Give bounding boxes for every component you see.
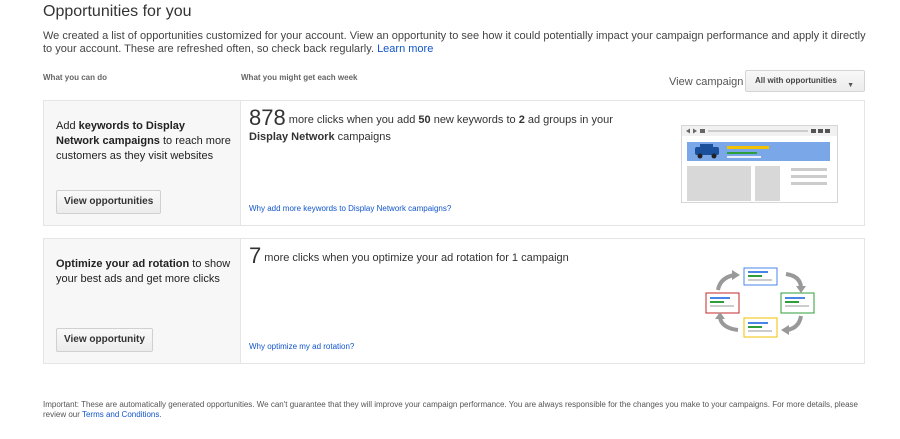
column-header-weekly-gain: What you might get each week bbox=[241, 73, 358, 82]
card-description: Optimize your ad rotation to show your b… bbox=[56, 257, 231, 287]
estimate-text: more clicks when you add bbox=[285, 114, 419, 126]
opportunity-card-ad-rotation: Optimize your ad rotation to show your b… bbox=[43, 238, 865, 364]
learn-more-link[interactable]: Learn more bbox=[377, 43, 433, 55]
estimate-text: campaigns bbox=[334, 131, 391, 143]
intro-body: We created a list of opportunities custo… bbox=[43, 30, 866, 55]
terms-link[interactable]: Terms and Conditions bbox=[82, 410, 159, 419]
card-action-panel: Add keywords to Display Network campaign… bbox=[44, 101, 241, 225]
footer-end: . bbox=[159, 410, 162, 419]
footer-text: Important: These are automatically gener… bbox=[43, 400, 859, 419]
card-estimate: 878 more clicks when you add 50 new keyw… bbox=[249, 107, 649, 146]
card-description: Add keywords to Display Network campaign… bbox=[56, 119, 231, 164]
column-header-what-you-can-do: What you can do bbox=[43, 73, 107, 82]
ad-rotation-illustration-icon bbox=[705, 267, 815, 338]
view-opportunity-button[interactable]: View opportunity bbox=[56, 328, 153, 352]
estimate-bold: 50 bbox=[418, 114, 431, 126]
estimate-text: ad groups in your bbox=[524, 114, 613, 126]
why-link[interactable]: Why optimize my ad rotation? bbox=[249, 342, 354, 351]
estimate-number: 7 bbox=[249, 243, 262, 268]
opportunity-card-display-keywords: Add keywords to Display Network campaign… bbox=[43, 100, 865, 226]
footer-disclaimer: Important: These are automatically gener… bbox=[43, 400, 873, 420]
page-title: Opportunities for you bbox=[43, 3, 192, 20]
campaign-filter-value: All with opportunities bbox=[755, 76, 837, 85]
estimate-text: more clicks when you optimize your ad ro… bbox=[261, 252, 569, 264]
estimate-bold: Display Network bbox=[249, 131, 335, 143]
view-opportunities-button[interactable]: View opportunities bbox=[56, 190, 162, 214]
estimate-text: new keywords to bbox=[430, 114, 519, 126]
display-network-illustration-icon bbox=[681, 125, 838, 203]
estimate-number: 878 bbox=[249, 105, 286, 130]
campaign-filter-dropdown[interactable]: All with opportunities ▼ bbox=[745, 70, 865, 92]
desc-bold: Optimize your ad rotation bbox=[56, 258, 190, 270]
chevron-down-icon: ▼ bbox=[847, 82, 854, 89]
why-link[interactable]: Why add more keywords to Display Network… bbox=[249, 204, 451, 213]
view-campaign-label: View campaign bbox=[669, 76, 744, 88]
card-action-panel: Optimize your ad rotation to show your b… bbox=[44, 239, 241, 363]
card-estimate: 7 more clicks when you optimize your ad … bbox=[249, 245, 649, 267]
intro-text: We created a list of opportunities custo… bbox=[43, 30, 873, 56]
desc-pre: Add bbox=[56, 120, 79, 132]
